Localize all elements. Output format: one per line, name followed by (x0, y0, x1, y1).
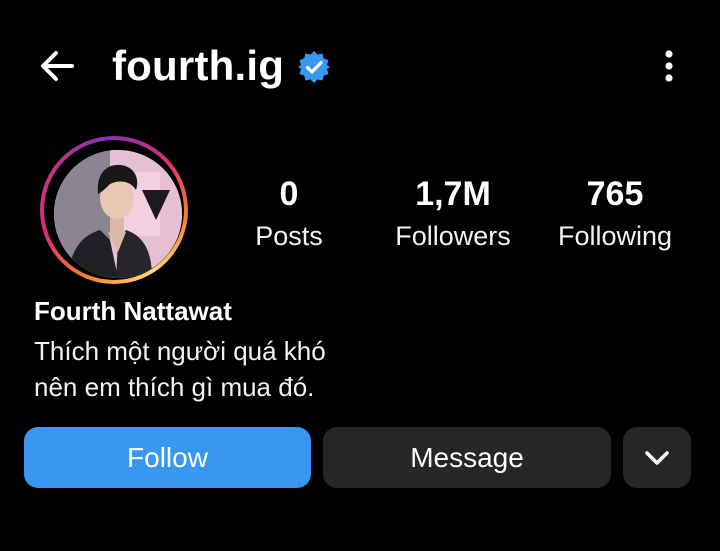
following-count: 765 (586, 175, 644, 213)
suggested-accounts-button[interactable] (623, 427, 691, 488)
posts-count: 0 (279, 175, 299, 213)
followers-label: Followers (395, 221, 511, 251)
top-bar: fourth.ig (0, 0, 720, 130)
back-button[interactable] (36, 44, 80, 88)
more-vertical-icon (665, 50, 673, 82)
stat-followers[interactable]: 1,7M Followers (383, 172, 523, 256)
posts-label: Posts (255, 221, 323, 251)
following-label: Following (557, 221, 673, 251)
verified-badge-icon (297, 50, 331, 84)
display-name: Fourth Nattawat (34, 296, 232, 326)
arrow-left-icon (41, 51, 74, 81)
story-ring[interactable] (40, 136, 188, 284)
message-button[interactable]: Message (323, 427, 611, 488)
stat-posts[interactable]: 0 Posts (219, 172, 359, 256)
stat-following[interactable]: 765 Following (545, 172, 685, 256)
bio-line: Thích một người quá khó (34, 336, 326, 366)
profile-username: fourth.ig (112, 42, 285, 89)
followers-count: 1,7M (415, 175, 491, 213)
more-options-button[interactable] (652, 44, 686, 88)
follow-button[interactable]: Follow (24, 427, 311, 488)
bio: Thích một người quá khó nên em thích gì … (34, 333, 326, 405)
profile-avatar[interactable] (54, 150, 182, 278)
bio-line: nên em thích gì mua đó. (34, 372, 315, 402)
chevron-down-icon (645, 450, 669, 465)
